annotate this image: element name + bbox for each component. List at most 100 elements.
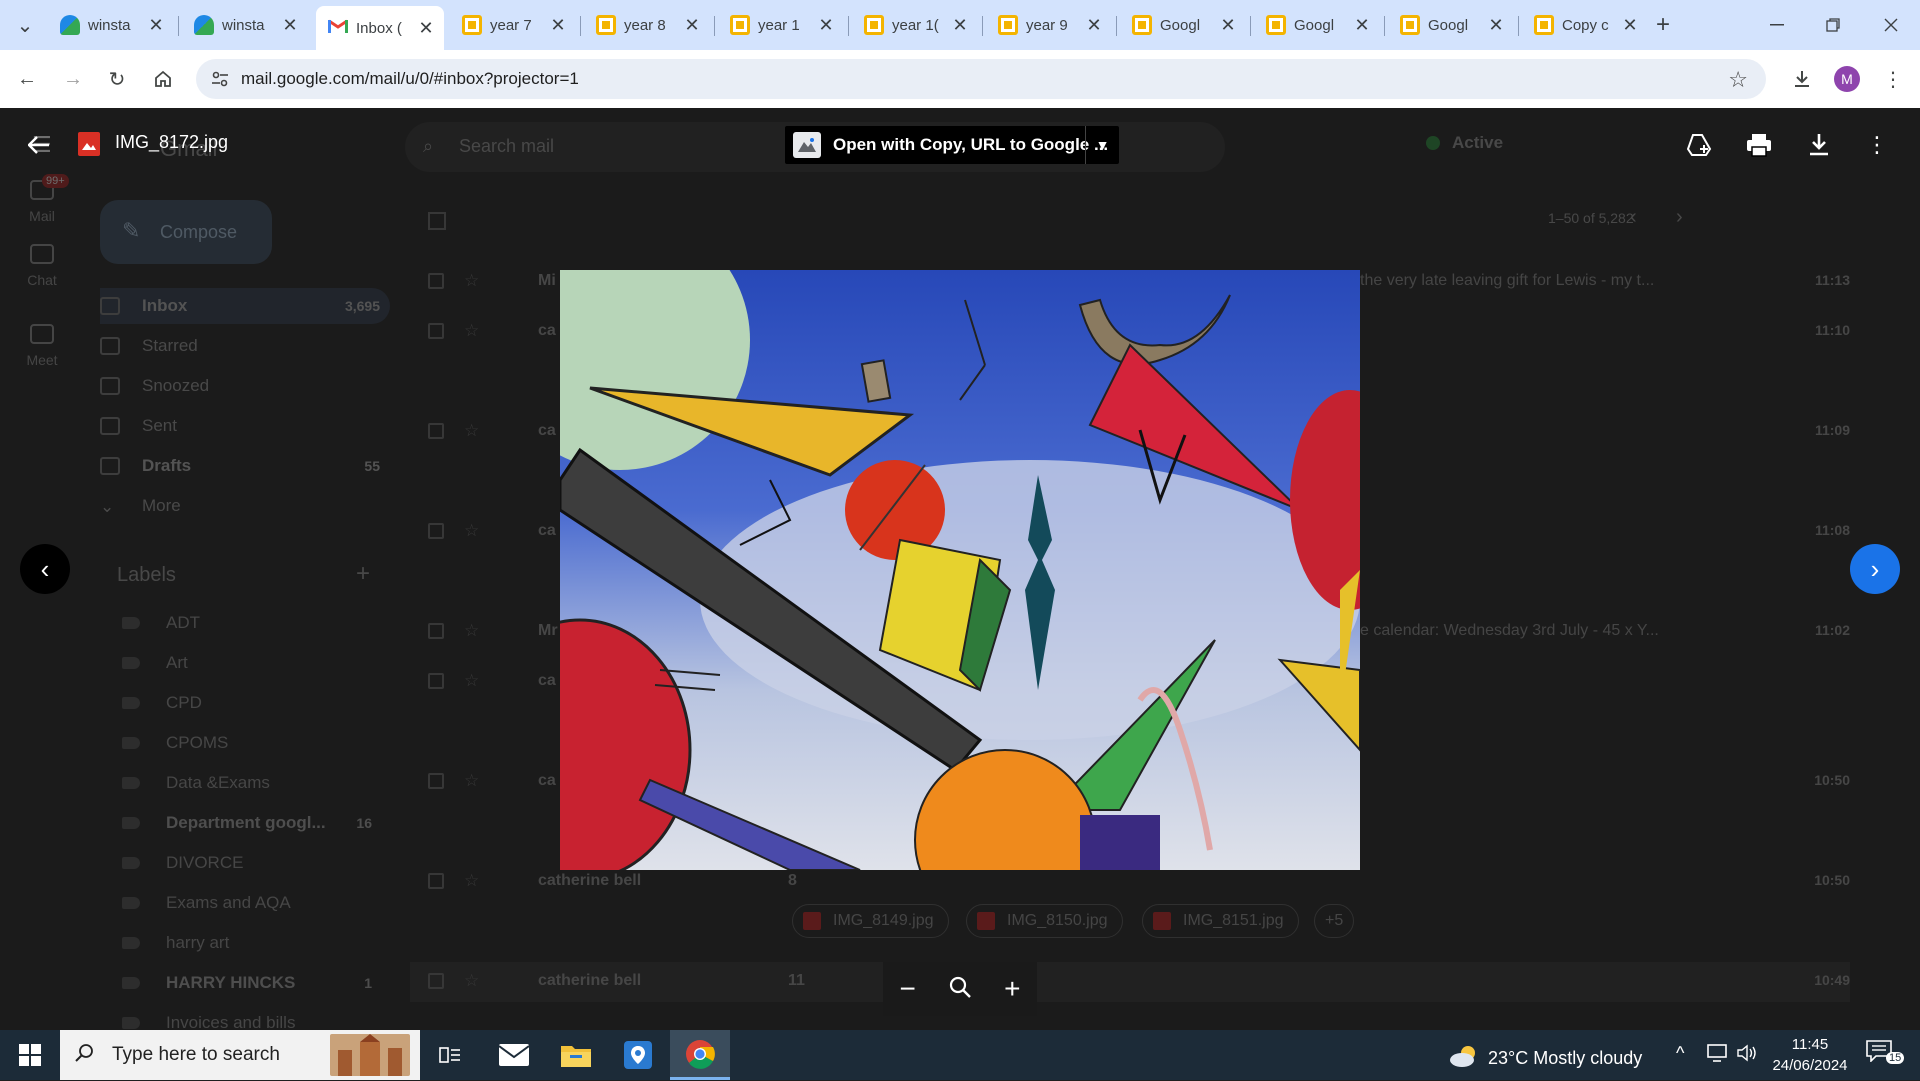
new-tab-button[interactable]: + xyxy=(1648,10,1678,40)
avatar: M xyxy=(1834,66,1860,92)
open-with-label: Open with Copy, URL to Google ... xyxy=(833,135,1109,154)
viewer-filename: IMG_8172.jpg xyxy=(115,132,229,152)
tab-title: year 7 xyxy=(490,16,532,34)
sites-icon xyxy=(60,15,80,35)
cloudy-weather-icon xyxy=(1448,1044,1480,1073)
search-icon xyxy=(74,1043,94,1068)
tab-title: Googl xyxy=(1160,16,1201,34)
file-explorer-icon[interactable] xyxy=(546,1030,606,1080)
clock-time: 11:45 xyxy=(1791,1036,1829,1053)
app-icon xyxy=(793,132,821,158)
notification-count-badge: 15 xyxy=(1886,1052,1905,1064)
home-icon[interactable] xyxy=(148,64,178,94)
zoom-in-button[interactable]: + xyxy=(1004,973,1020,1005)
bookmark-star-icon[interactable]: ☆ xyxy=(1728,67,1748,93)
tab-close-icon[interactable]: ✕ xyxy=(950,15,970,36)
browser-menu-icon[interactable]: ⋮ xyxy=(1878,64,1908,94)
slides-icon xyxy=(1266,15,1286,35)
show-hidden-icons-chevron-icon[interactable]: ^ xyxy=(1676,1043,1684,1064)
tab-close-icon[interactable]: ✕ xyxy=(682,15,702,36)
minimize-window-icon[interactable] xyxy=(1762,10,1792,40)
tab-title: Googl xyxy=(1294,16,1335,34)
site-settings-icon[interactable] xyxy=(210,69,230,94)
search-placeholder: Type here to search xyxy=(112,1044,280,1065)
tab-title: Copy c xyxy=(1562,16,1609,34)
task-view-icon[interactable] xyxy=(420,1030,480,1080)
tab-title: Googl xyxy=(1428,16,1469,34)
tab-5[interactable]: year 1 ✕ xyxy=(718,8,844,42)
slides-icon xyxy=(1400,15,1420,35)
slides-icon xyxy=(596,15,616,35)
tab-close-icon[interactable]: ✕ xyxy=(548,15,568,36)
viewer-more-options-icon[interactable]: ⋮ xyxy=(1860,128,1894,162)
tab-4[interactable]: year 8 ✕ xyxy=(584,8,710,42)
tab-title: year 9 xyxy=(1026,16,1068,34)
tab-0[interactable]: winsta ✕ xyxy=(48,8,174,42)
tab-6[interactable]: year 1( ✕ xyxy=(852,8,978,42)
notifications-button[interactable]: 15 xyxy=(1866,1040,1906,1070)
browser-toolbar: ← → ↻ mail.google.com/mail/u/0/#inbox?pr… xyxy=(0,50,1920,108)
tab-close-icon[interactable]: ✕ xyxy=(280,15,300,36)
tab-2-active[interactable]: Inbox ( ✕ xyxy=(316,6,444,50)
tab-close-icon[interactable]: ✕ xyxy=(1218,15,1238,36)
clock-date: 24/06/2024 xyxy=(1772,1057,1848,1074)
chrome-app-icon[interactable] xyxy=(670,1030,730,1080)
slides-icon xyxy=(730,15,750,35)
windows-taskbar: Type here to search 23°C Mostly cloudy ^… xyxy=(0,1030,1920,1080)
downloads-icon[interactable] xyxy=(1787,64,1817,94)
search-highlight-image xyxy=(330,1034,410,1076)
open-with-dropdown-icon[interactable]: ▼ xyxy=(1085,126,1119,164)
maps-app-icon[interactable] xyxy=(608,1030,668,1080)
tab-close-icon[interactable]: ✕ xyxy=(1486,15,1506,36)
tab-9[interactable]: Googl ✕ xyxy=(1254,8,1380,42)
back-arrow-icon[interactable]: ← xyxy=(12,64,42,94)
profile-avatar[interactable]: M xyxy=(1832,64,1862,94)
tab-title: winsta xyxy=(222,16,265,34)
tab-8[interactable]: Googl ✕ xyxy=(1120,8,1246,42)
tab-title: winsta xyxy=(88,16,131,34)
open-with-button[interactable]: Open with Copy, URL to Google ... ▼ xyxy=(785,126,1119,164)
tab-7[interactable]: year 9 ✕ xyxy=(986,8,1112,42)
forward-arrow-icon[interactable]: → xyxy=(58,64,88,94)
address-bar[interactable]: mail.google.com/mail/u/0/#inbox?projecto… xyxy=(196,59,1766,99)
mail-app-icon[interactable] xyxy=(484,1030,544,1080)
tab-title: year 1 xyxy=(758,16,800,34)
tab-close-icon[interactable]: ✕ xyxy=(146,15,166,36)
add-to-drive-icon[interactable] xyxy=(1682,128,1716,162)
tab-close-icon[interactable]: ✕ xyxy=(416,18,436,39)
tab-11[interactable]: Copy c ✕ xyxy=(1522,8,1648,42)
volume-icon[interactable] xyxy=(1736,1043,1758,1068)
tab-close-icon[interactable]: ✕ xyxy=(1352,15,1372,36)
tab-title: year 1( xyxy=(892,16,939,34)
zoom-magnifier-icon[interactable] xyxy=(949,973,971,1005)
restore-window-icon[interactable] xyxy=(1818,10,1848,40)
tab-10[interactable]: Googl ✕ xyxy=(1388,8,1514,42)
close-viewer-back-arrow-icon[interactable] xyxy=(22,128,56,162)
zoom-out-button[interactable]: − xyxy=(900,973,916,1005)
tab-close-icon[interactable]: ✕ xyxy=(816,15,836,36)
sites-icon xyxy=(194,15,214,35)
network-icon[interactable] xyxy=(1706,1043,1728,1068)
system-clock[interactable]: 11:45 24/06/2024 xyxy=(1760,1034,1860,1076)
attachment-image-preview xyxy=(560,270,1360,870)
windows-start-icon[interactable] xyxy=(0,1030,60,1080)
tab-title: Inbox ( xyxy=(356,19,402,37)
reload-icon[interactable]: ↻ xyxy=(102,64,132,94)
tab-search-chevron-icon[interactable]: ⌄ xyxy=(10,10,40,40)
tab-close-icon[interactable]: ✕ xyxy=(1084,15,1104,36)
tab-close-icon[interactable]: ✕ xyxy=(1620,15,1640,36)
close-window-icon[interactable] xyxy=(1876,10,1906,40)
next-image-button[interactable]: › xyxy=(1850,544,1900,594)
print-icon[interactable] xyxy=(1742,128,1776,162)
previous-image-button[interactable]: ‹ xyxy=(20,544,70,594)
taskbar-search-box[interactable]: Type here to search xyxy=(60,1030,420,1080)
tab-1[interactable]: winsta ✕ xyxy=(182,8,308,42)
url-text[interactable]: mail.google.com/mail/u/0/#inbox?projecto… xyxy=(241,69,579,89)
download-icon[interactable] xyxy=(1802,128,1836,162)
image-file-icon xyxy=(78,132,100,156)
weather-text: 23°C Mostly cloudy xyxy=(1488,1048,1643,1068)
browser-tab-strip: ⌄ winsta ✕ winsta ✕ Inbox ( ✕ year 7 ✕ y… xyxy=(0,0,1920,50)
tab-3[interactable]: year 7 ✕ xyxy=(450,8,576,42)
weather-widget[interactable]: 23°C Mostly cloudy xyxy=(1448,1044,1642,1073)
tab-title: year 8 xyxy=(624,16,666,34)
